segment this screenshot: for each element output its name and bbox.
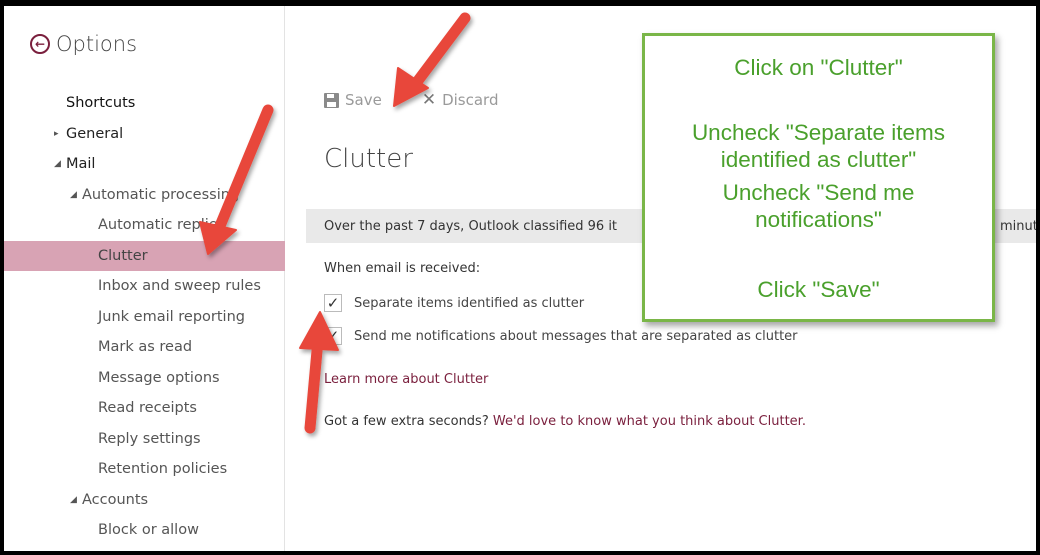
options-header[interactable]: ← Options — [30, 32, 137, 56]
sidebar-item-block-or-allow[interactable]: Block or allow — [4, 515, 285, 546]
outlook-options-window: ← Options Shortcuts ▸ General ◢ Mail ◢ A… — [4, 6, 1036, 551]
instruction-callout: Click on "Clutter" Uncheck "Separate ite… — [642, 33, 995, 322]
feedback-link[interactable]: We'd love to know what you think about C… — [493, 414, 806, 429]
separate-clutter-checkbox[interactable]: ✓ — [324, 294, 342, 312]
feedback-prefix: Got a few extra seconds? — [324, 414, 493, 429]
collapse-triangle-icon[interactable]: ◢ — [70, 495, 82, 505]
sidebar-item-junk-email-reporting[interactable]: Junk email reporting — [4, 302, 285, 333]
info-text: Over the past 7 days, Outlook classified… — [324, 218, 618, 234]
callout-line: notifications" — [755, 207, 882, 232]
options-nav: Shortcuts ▸ General ◢ Mail ◢ Automatic p… — [4, 88, 285, 546]
notify-clutter-option[interactable]: ✓ Send me notifications about messages t… — [324, 327, 798, 345]
sidebar-item-automatic-processing[interactable]: ◢ Automatic processing — [4, 180, 285, 211]
notify-clutter-label: Send me notifications about messages tha… — [354, 328, 798, 344]
save-button[interactable]: Save — [324, 90, 382, 110]
callout-step-uncheck-separate: Uncheck "Separate items identified as cl… — [645, 119, 992, 173]
separate-clutter-option[interactable]: ✓ Separate items identified as clutter — [324, 294, 584, 312]
toolbar: Save ✕ Discard — [324, 90, 498, 110]
learn-more-link[interactable]: Learn more about Clutter — [324, 372, 488, 387]
sidebar-item-retention-policies[interactable]: Retention policies — [4, 454, 285, 485]
expand-triangle-icon[interactable]: ▸ — [54, 129, 66, 139]
close-icon: ✕ — [421, 90, 437, 110]
callout-line: Uncheck "Separate items — [691, 120, 946, 145]
notify-clutter-checkbox[interactable]: ✓ — [324, 327, 342, 345]
info-text-tail: minutes — [1000, 218, 1036, 234]
when-received-label: When email is received: — [324, 261, 481, 276]
callout-step-uncheck-notify: Uncheck "Send me notifications" — [645, 179, 992, 233]
sidebar-item-automatic-replies[interactable]: Automatic replies — [4, 210, 285, 241]
save-label: Save — [345, 91, 382, 109]
discard-label: Discard — [442, 91, 499, 109]
discard-button[interactable]: ✕ Discard — [422, 90, 499, 110]
sidebar-item-reply-settings[interactable]: Reply settings — [4, 424, 285, 455]
sidebar-item-accounts[interactable]: ◢ Accounts — [4, 485, 285, 516]
options-sidebar: ← Options Shortcuts ▸ General ◢ Mail ◢ A… — [4, 6, 285, 551]
sidebar-item-general[interactable]: ▸ General — [4, 119, 285, 150]
callout-step-click-clutter: Click on "Clutter" — [734, 55, 903, 80]
sidebar-item-read-receipts[interactable]: Read receipts — [4, 393, 285, 424]
sidebar-item-message-options[interactable]: Message options — [4, 363, 285, 394]
callout-line: identified as clutter" — [720, 147, 917, 172]
sidebar-item-shortcuts[interactable]: Shortcuts — [4, 88, 285, 119]
page-title: Clutter — [324, 144, 413, 174]
collapse-triangle-icon[interactable]: ◢ — [70, 190, 82, 200]
sidebar-item-mark-as-read[interactable]: Mark as read — [4, 332, 285, 363]
separate-clutter-label: Separate items identified as clutter — [354, 295, 585, 311]
collapse-triangle-icon[interactable]: ◢ — [54, 159, 66, 169]
callout-line: Uncheck "Send me — [722, 180, 915, 205]
feedback-text: Got a few extra seconds? We'd love to kn… — [324, 414, 806, 429]
save-disk-icon — [324, 92, 339, 108]
sidebar-item-inbox-sweep-rules[interactable]: Inbox and sweep rules — [4, 271, 285, 302]
sidebar-item-mail[interactable]: ◢ Mail — [4, 149, 285, 180]
callout-step-click-save: Click "Save" — [757, 277, 880, 302]
options-title: Options — [56, 32, 138, 56]
back-arrow-circle-icon[interactable]: ← — [30, 34, 50, 54]
sidebar-item-clutter[interactable]: Clutter — [4, 240, 285, 271]
